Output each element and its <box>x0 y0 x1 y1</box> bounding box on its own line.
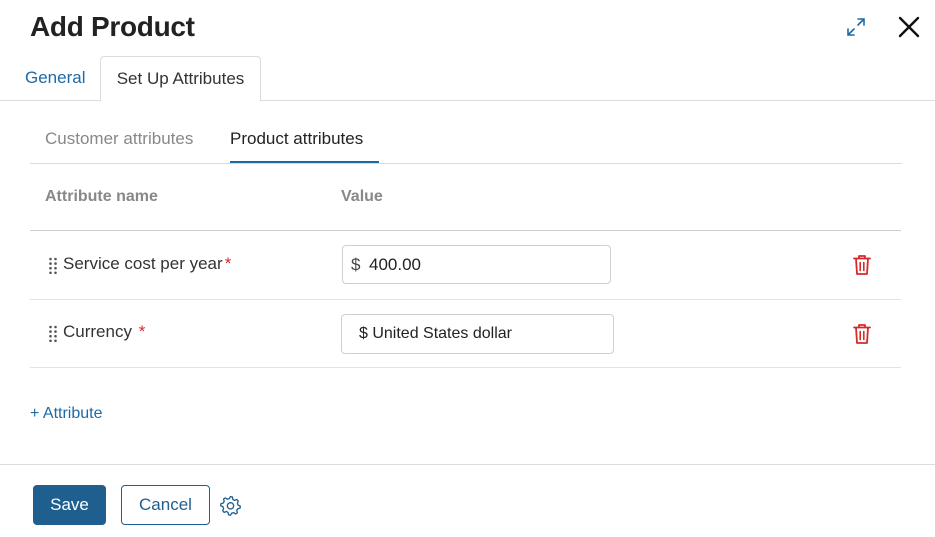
currency-select[interactable]: $ United States dollar <box>341 314 614 354</box>
required-marker: * <box>224 254 232 273</box>
subtab-product-attributes[interactable]: Product attributes <box>230 129 363 149</box>
close-icon[interactable] <box>897 15 921 39</box>
subtab-customer-attributes[interactable]: Customer attributes <box>45 129 193 149</box>
column-header-attribute-name: Attribute name <box>45 188 158 205</box>
attribute-name: Currency * <box>63 322 145 342</box>
table-row: Currency * $ United States dollar <box>30 299 901 368</box>
attribute-name-text: Currency <box>63 322 132 341</box>
tab-general[interactable]: General <box>25 56 85 101</box>
gear-icon[interactable] <box>220 495 241 516</box>
dialog-title: Add Product <box>30 11 195 42</box>
save-button[interactable]: Save <box>33 485 106 525</box>
add-attribute-link[interactable]: + Attribute <box>30 405 103 423</box>
tab-set-up-attributes[interactable]: Set Up Attributes <box>100 56 261 102</box>
required-marker: * <box>138 322 146 341</box>
active-subtab-indicator <box>230 161 379 163</box>
drag-handle-icon[interactable] <box>48 257 58 275</box>
cancel-button[interactable]: Cancel <box>121 485 210 525</box>
drag-handle-icon[interactable] <box>48 325 58 343</box>
service-cost-value: 400.00 <box>369 255 421 274</box>
expand-icon[interactable] <box>845 16 867 38</box>
currency-select-value: $ United States dollar <box>359 325 512 342</box>
trash-icon[interactable] <box>852 323 872 345</box>
column-header-value: Value <box>341 188 383 205</box>
attribute-subtabs: Customer attributes Product attributes <box>30 124 902 164</box>
trash-icon[interactable] <box>852 254 872 276</box>
footer-divider <box>0 464 935 465</box>
attribute-name-text: Service cost per year <box>63 254 223 273</box>
service-cost-input[interactable]: $ 400.00 <box>342 245 611 284</box>
currency-sign: $ <box>351 255 361 274</box>
attribute-name: Service cost per year * <box>63 254 231 274</box>
table-row: Service cost per year * $ 400.00 <box>30 231 901 300</box>
main-tabs: General Set Up Attributes <box>0 56 935 102</box>
